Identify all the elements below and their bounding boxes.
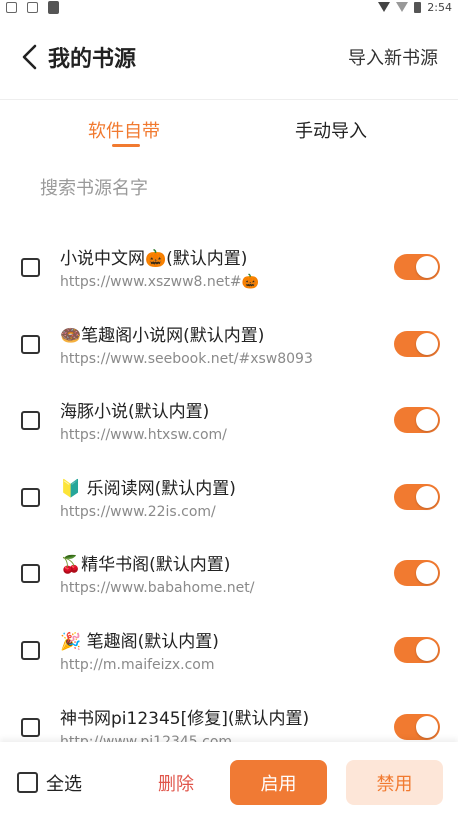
toggle-knob bbox=[416, 485, 438, 508]
source-name: 🍩笔趣阁小说网(默认内置) bbox=[60, 325, 265, 346]
source-enable-toggle[interactable] bbox=[394, 636, 440, 663]
source-name: 神书网pi12345[修复](默认内置) bbox=[60, 708, 310, 729]
toggle-knob bbox=[416, 562, 438, 585]
item-checkbox[interactable] bbox=[21, 258, 40, 277]
item-checkbox[interactable] bbox=[21, 487, 40, 507]
wifi-icon bbox=[378, 2, 391, 12]
source-enable-toggle[interactable] bbox=[394, 483, 440, 510]
toggle-knob bbox=[416, 409, 438, 432]
toggle-knob bbox=[416, 256, 438, 278]
toggle-knob bbox=[416, 638, 438, 661]
active-tab-indicator bbox=[112, 144, 140, 147]
list-item: 🎉 笔趣阁(默认内置) http://m.maifeizx.com bbox=[0, 612, 458, 689]
source-enable-toggle[interactable] bbox=[394, 407, 440, 434]
list-item: 小说中文网🎃(默认内置) https://www.xszww8.net#🎃 bbox=[0, 229, 458, 306]
source-url: https://www.22is.com/ bbox=[60, 503, 216, 520]
source-name: 🔰 乐阅读网(默认内置) bbox=[60, 478, 236, 499]
select-all-label[interactable]: 全选 bbox=[46, 770, 82, 796]
source-name: 小说中文网🎃(默认内置) bbox=[60, 249, 248, 269]
search-input[interactable] bbox=[40, 172, 420, 204]
delete-button[interactable]: 删除 bbox=[158, 770, 194, 796]
source-enable-toggle[interactable] bbox=[394, 330, 440, 357]
source-list: 小说中文网🎃(默认内置) https://www.xszww8.net#🎃 🍩笔… bbox=[0, 229, 458, 742]
status-time: 2:54 bbox=[427, 0, 452, 14]
tab-manual-import[interactable]: 手动导入 bbox=[295, 117, 367, 143]
status-left-icons bbox=[6, 0, 59, 14]
source-tabs: 软件自带 手动导入 bbox=[0, 100, 458, 152]
source-url: http://m.maifeizx.com bbox=[60, 656, 215, 673]
page-title: 我的书源 bbox=[48, 47, 137, 72]
source-name: 海豚小说(默认内置) bbox=[60, 402, 210, 423]
signal-icon bbox=[396, 2, 409, 12]
source-url: https://www.babahome.net/ bbox=[60, 580, 255, 597]
disable-button[interactable]: 禁用 bbox=[346, 760, 443, 805]
bottom-action-bar: 全选 删除 启用 禁用 bbox=[0, 742, 458, 820]
list-item: 海豚小说(默认内置) https://www.htxsw.com/ bbox=[0, 382, 458, 459]
source-enable-toggle[interactable] bbox=[394, 713, 440, 740]
source-url: https://www.htxsw.com/ bbox=[60, 427, 227, 444]
mail-notification-icon bbox=[6, 1, 17, 13]
toggle-knob bbox=[416, 332, 438, 355]
list-item: 🔰 乐阅读网(默认内置) https://www.22is.com/ bbox=[0, 459, 458, 536]
source-url: https://www.seebook.net/#xsw8093 bbox=[60, 350, 313, 367]
list-item: 🍩笔趣阁小说网(默认内置) https://www.seebook.net/#x… bbox=[0, 306, 458, 383]
app-bar: 我的书源 导入新书源 bbox=[0, 14, 458, 100]
source-url: https://www.xszww8.net#🎃 bbox=[60, 274, 260, 290]
app-notification-icon bbox=[48, 0, 59, 14]
source-enable-toggle[interactable] bbox=[394, 254, 440, 280]
item-checkbox[interactable] bbox=[21, 411, 40, 431]
qr-notification-icon bbox=[27, 1, 38, 13]
source-name: 🍒精华书阁(默认内置) bbox=[60, 555, 231, 576]
item-checkbox[interactable] bbox=[21, 564, 40, 584]
import-new-source-button[interactable]: 导入新书源 bbox=[348, 44, 438, 70]
tab-builtin[interactable]: 软件自带 bbox=[88, 117, 160, 143]
select-all-checkbox[interactable] bbox=[17, 772, 38, 793]
toggle-knob bbox=[416, 715, 438, 738]
source-url: http://www.pi12345.com bbox=[60, 733, 233, 742]
list-item: 🍒精华书阁(默认内置) https://www.babahome.net/ bbox=[0, 535, 458, 612]
item-checkbox[interactable] bbox=[21, 717, 40, 737]
item-checkbox[interactable] bbox=[21, 334, 40, 354]
back-arrow-icon[interactable] bbox=[20, 44, 38, 70]
battery-icon bbox=[414, 1, 422, 13]
status-bar: 2:54 bbox=[0, 0, 458, 14]
source-enable-toggle[interactable] bbox=[394, 560, 440, 587]
source-name: 🎉 笔趣阁(默认内置) bbox=[60, 631, 219, 652]
list-item: 神书网pi12345[修复](默认内置) http://www.pi12345.… bbox=[0, 689, 458, 742]
enable-button[interactable]: 启用 bbox=[230, 760, 327, 805]
item-checkbox[interactable] bbox=[21, 640, 40, 660]
status-right-icons: 2:54 bbox=[378, 0, 452, 14]
